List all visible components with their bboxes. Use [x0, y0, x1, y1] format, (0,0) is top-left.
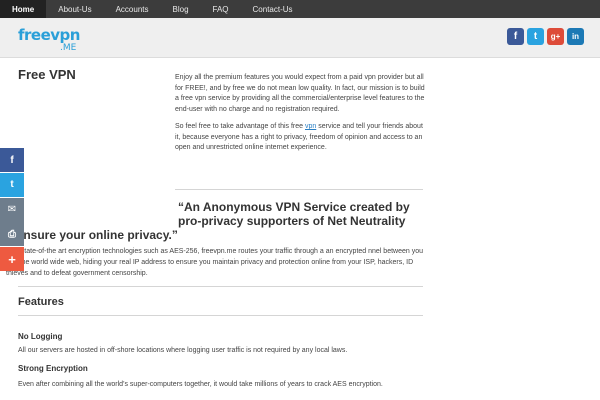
- features-heading: Features: [18, 296, 64, 308]
- nav-item-contact-us[interactable]: Contact-Us: [241, 0, 305, 18]
- top-navigation: Home About-Us Accounts Blog FAQ Contact-…: [0, 0, 600, 18]
- page-title: Free VPN: [18, 67, 76, 82]
- intro-paragraph-2: So feel free to take advantage of this f…: [175, 122, 425, 154]
- nav-item-blog[interactable]: Blog: [161, 0, 201, 18]
- share-more-icon[interactable]: +: [0, 247, 24, 272]
- logo-domain: .ME: [60, 43, 77, 53]
- quote-line-3: o ensure your online privacy.”: [6, 228, 178, 242]
- quote-body: sing state-of-the art encryption technol…: [6, 248, 424, 277]
- vpn-link[interactable]: vpn: [305, 123, 316, 130]
- intro-paragraph-1: Enjoy all the premium features you would…: [175, 74, 425, 113]
- feature-title: No Logging: [18, 332, 63, 341]
- share-print-icon[interactable]: ⎙: [0, 222, 24, 247]
- quote-line-1: “An Anonymous VPN Service created by: [178, 200, 410, 214]
- facebook-icon[interactable]: f: [507, 28, 524, 45]
- share-twitter-icon[interactable]: t: [0, 172, 24, 197]
- nav-item-about-us[interactable]: About-Us: [46, 0, 103, 18]
- feature-text: Even after combining all the world’s sup…: [18, 381, 383, 388]
- nav-item-accounts[interactable]: Accounts: [104, 0, 161, 18]
- feature-title: Strong Encryption: [18, 364, 88, 373]
- divider: [18, 315, 423, 316]
- share-sidebar: f t ✉ ⎙ +: [0, 148, 24, 272]
- divider: [18, 286, 423, 287]
- nav-item-faq[interactable]: FAQ: [201, 0, 241, 18]
- nav-item-home[interactable]: Home: [0, 0, 47, 18]
- main-content: Free VPN Enjoy all the premium features …: [0, 59, 600, 400]
- share-email-icon[interactable]: ✉: [0, 197, 24, 222]
- linkedin-icon[interactable]: in: [567, 28, 584, 45]
- share-facebook-icon[interactable]: f: [0, 148, 24, 172]
- divider: [175, 189, 423, 190]
- google-plus-icon[interactable]: g+: [547, 28, 564, 45]
- quote-line-2: pro-privacy supporters of Net Neutrality: [178, 214, 406, 228]
- intro-text: Enjoy all the premium features you would…: [175, 73, 425, 161]
- feature-text: All our servers are hosted in off-shore …: [18, 347, 348, 354]
- site-header: freevpn .ME f t g+ in: [0, 18, 600, 58]
- intro-p2-before: So feel free to take advantage of this f…: [175, 123, 305, 130]
- social-links: f t g+ in: [507, 28, 584, 45]
- site-logo[interactable]: freevpn .ME: [18, 26, 80, 53]
- logo-text: freevpn: [18, 26, 80, 44]
- twitter-icon[interactable]: t: [527, 28, 544, 45]
- quote-heading: “An Anonymous VPN Service created by pro…: [6, 200, 426, 242]
